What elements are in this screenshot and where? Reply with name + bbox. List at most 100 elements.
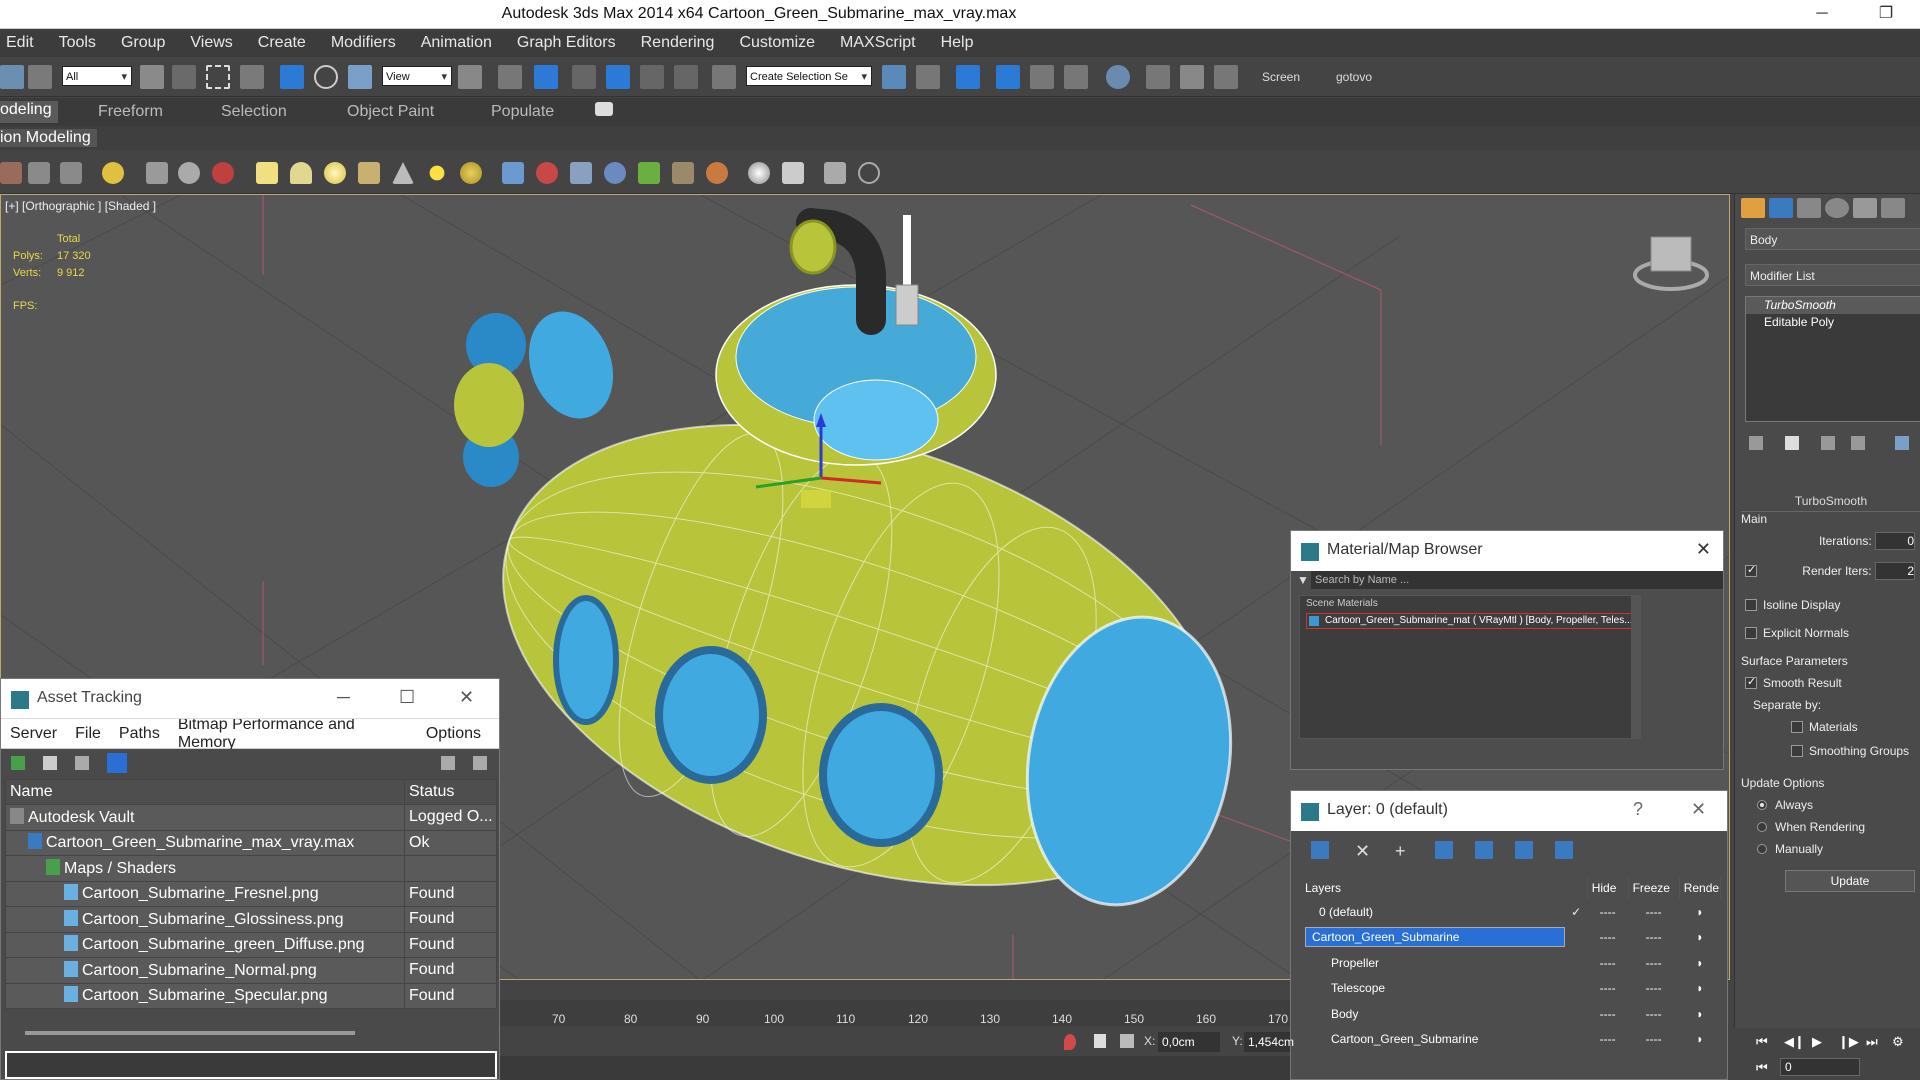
gotovo-label[interactable]: gotovo [1336, 70, 1372, 84]
select-by-name-icon[interactable] [172, 65, 196, 89]
close-icon[interactable]: ✕ [459, 687, 474, 708]
graphite-toggle-icon[interactable] [996, 65, 1020, 89]
menu-server[interactable]: Server [10, 725, 57, 743]
hide-toggle[interactable]: ---- [1587, 925, 1628, 951]
undo-icon[interactable] [0, 65, 24, 89]
help-icon[interactable] [441, 756, 455, 770]
menu-bitmap-performance[interactable]: Bitmap Performance and Memory [178, 716, 408, 752]
region-select-icon[interactable] [206, 65, 230, 89]
configure-sets-icon[interactable] [1895, 436, 1909, 450]
pivot-icon[interactable] [458, 65, 482, 89]
cog-icon[interactable] [604, 162, 626, 184]
add-to-layer-icon[interactable]: + [1395, 841, 1406, 862]
column-name[interactable]: Name [5, 779, 405, 805]
column-layers[interactable]: Layers [1301, 877, 1588, 899]
render-setup-icon[interactable] [1146, 65, 1170, 89]
close-icon[interactable]: ✕ [1691, 799, 1706, 820]
render-iters-checkbox[interactable] [1745, 563, 1757, 577]
pin-stack-icon[interactable] [1749, 436, 1763, 450]
freeze-toggle[interactable]: ---- [1628, 925, 1679, 951]
window-crossing-icon[interactable] [240, 65, 264, 89]
x-coordinate-field[interactable]: 0,0cm [1158, 1032, 1220, 1052]
utilities-tab-icon[interactable] [1881, 198, 1905, 218]
tab-object-paint[interactable]: Object Paint [347, 103, 434, 121]
tab-freeform[interactable]: Freeform [98, 103, 163, 121]
remove-modifier-icon[interactable] [1851, 436, 1865, 450]
stack-item-editable-poly[interactable]: Editable Poly [1746, 314, 1920, 331]
rendered-frame-icon[interactable] [1180, 65, 1204, 89]
settings-icon[interactable] [473, 756, 487, 770]
menu-help[interactable]: Help [941, 34, 974, 52]
freeze-toggle[interactable]: ---- [1628, 1001, 1679, 1027]
menu-graph-editors[interactable]: Graph Editors [517, 34, 616, 52]
menu-paths[interactable]: Paths [119, 725, 160, 743]
freeze-all-icon[interactable] [1555, 841, 1573, 859]
select-object-icon[interactable] [140, 65, 164, 89]
search-input[interactable]: Search by Name ... [1311, 571, 1723, 589]
materials-checkbox[interactable] [1791, 721, 1803, 733]
scale-icon[interactable] [348, 65, 372, 89]
object-name-field[interactable]: Body [1745, 228, 1920, 250]
current-frame-field[interactable]: 0 [1780, 1058, 1860, 1076]
schematic-view-icon[interactable] [1064, 65, 1088, 89]
make-unique-icon[interactable] [1821, 436, 1835, 450]
column-render[interactable]: Rende [1679, 877, 1722, 899]
layer-row[interactable]: Telescope ---- ---- ◗ [1301, 976, 1721, 1002]
modifier-list-select[interactable]: Modifier List [1745, 264, 1920, 286]
modify-tab-icon[interactable] [1769, 198, 1793, 218]
hierarchy-tab-icon[interactable] [1797, 198, 1821, 218]
render-teapot-icon[interactable]: ◗ [1679, 925, 1720, 951]
category-scene-materials[interactable]: Scene Materials [1300, 596, 1638, 611]
close-icon[interactable]: ✕ [1696, 539, 1711, 560]
screen-label[interactable]: Screen [1262, 70, 1300, 84]
absolute-mode-icon[interactable] [1120, 1034, 1134, 1048]
checker-icon[interactable] [782, 162, 804, 184]
particles-icon[interactable] [212, 162, 234, 184]
molecule-icon[interactable] [536, 162, 558, 184]
spinner-snap-icon[interactable] [674, 65, 698, 89]
create-layer-icon[interactable] [1311, 841, 1329, 859]
table-row[interactable]: Cartoon_Submarine_Normal.png Found [5, 957, 497, 984]
tab-populate[interactable]: Populate [491, 103, 554, 121]
mesh-icon[interactable] [570, 162, 592, 184]
plant-icon[interactable] [638, 162, 660, 184]
list-view-icon[interactable] [43, 756, 57, 770]
tree-view-icon[interactable] [75, 756, 89, 770]
iterations-input[interactable]: 0 [1875, 532, 1915, 550]
menu-group[interactable]: Group [121, 34, 165, 52]
chevron-down-icon[interactable]: ▼ [1297, 573, 1309, 587]
material-item[interactable]: Cartoon_Green_Submarine_mat ( VRayMtl ) … [1306, 613, 1632, 629]
layer-row[interactable]: Cartoon_Green_Submarine ---- ---- ◗ [1301, 1027, 1721, 1053]
helper-icon[interactable] [178, 162, 200, 184]
list-icon[interactable] [28, 162, 50, 184]
location-pin-icon[interactable] [1064, 1034, 1076, 1050]
maximize-button[interactable]: ❐ [1866, 2, 1906, 26]
menu-file[interactable]: File [75, 725, 101, 743]
turbosmooth-rollout-title[interactable]: TurboSmooth [1741, 494, 1920, 512]
hide-toggle[interactable]: ---- [1587, 976, 1628, 1002]
percent-snap-icon[interactable] [640, 65, 664, 89]
next-frame-icon[interactable]: ❙▶ [1838, 1034, 1859, 1050]
curve-editor-icon[interactable] [1030, 65, 1054, 89]
vertical-scrollbar[interactable] [1631, 595, 1641, 739]
table-row[interactable]: Maps / Shaders [5, 855, 497, 882]
move-icon[interactable] [280, 65, 304, 89]
play-icon[interactable]: ▶ [1812, 1034, 1822, 1050]
delete-layer-icon[interactable]: ✕ [1355, 841, 1370, 862]
hair-icon[interactable] [672, 162, 694, 184]
snap-3d-icon[interactable] [572, 65, 596, 89]
render-teapot-icon[interactable]: ◗ [1679, 950, 1720, 976]
render-teapot-icon[interactable]: ◗ [1679, 976, 1720, 1002]
edit-named-selection-icon[interactable] [712, 65, 736, 89]
ball-icon[interactable] [460, 162, 482, 184]
isoline-checkbox[interactable] [1745, 599, 1757, 611]
render-iters-input[interactable]: 2 [1875, 562, 1915, 580]
menu-rendering[interactable]: Rendering [641, 34, 715, 52]
column-hide[interactable]: Hide [1587, 877, 1629, 899]
layer-row[interactable]: 0 (default) ✓ ---- ---- ◗ [1301, 899, 1721, 925]
layer-row[interactable]: Cartoon_Green_Submarine ---- ---- ◗ [1301, 925, 1721, 951]
render-production-icon[interactable] [1214, 65, 1238, 89]
teapot-icon[interactable] [358, 162, 380, 184]
viewport-label[interactable]: [+] [Orthographic ] [Shaded ] [5, 199, 156, 213]
column-status[interactable]: Status [404, 779, 497, 805]
